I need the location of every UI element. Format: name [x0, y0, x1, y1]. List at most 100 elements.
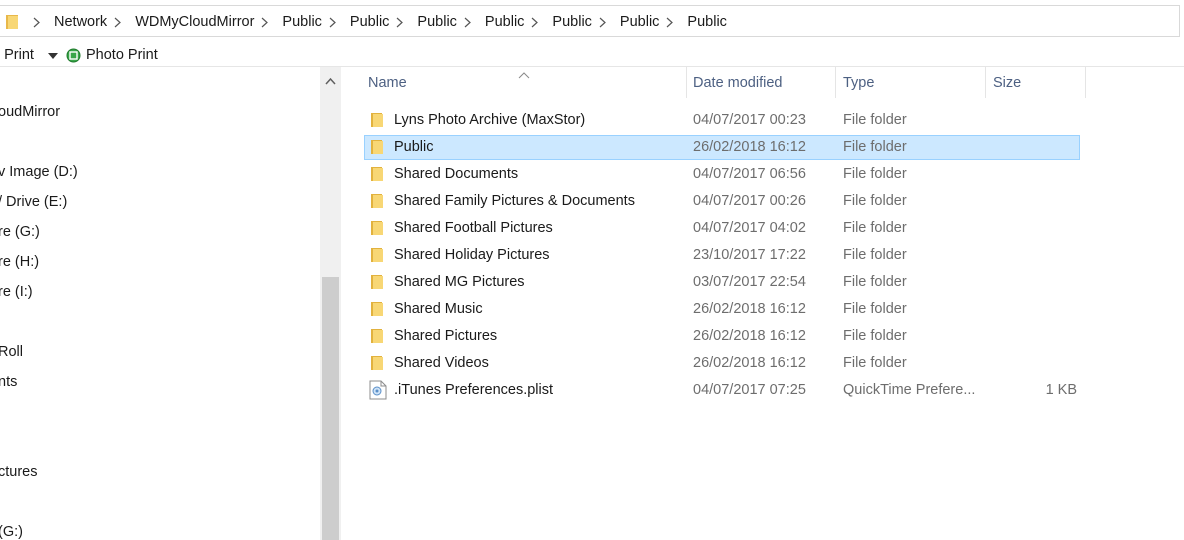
- folder-icon: [370, 166, 384, 186]
- file-type: File folder: [843, 193, 907, 209]
- file-name: Public: [394, 139, 434, 155]
- file-name: Shared MG Pictures: [394, 274, 525, 290]
- file-row[interactable]: Shared Documents 04/07/2017 06:56 File fol…: [364, 162, 1080, 187]
- chevron-right-icon[interactable]: [599, 17, 606, 28]
- chevron-right-icon[interactable]: [464, 17, 471, 28]
- nav-item[interactable]: (G:): [0, 524, 23, 540]
- column-header-size[interactable]: Size: [987, 67, 1085, 98]
- chevron-right-icon[interactable]: [114, 17, 122, 28]
- file-size: [995, 271, 1077, 294]
- breadcrumb-item[interactable]: WDMyCloudMirror: [135, 14, 254, 30]
- nav-item[interactable]: oudMirror: [0, 104, 60, 120]
- chevron-right-icon[interactable]: [261, 17, 269, 28]
- photo-print-button[interactable]: Photo Print: [66, 47, 158, 63]
- file-date: 26/02/2018 16:12: [693, 355, 806, 371]
- file-row[interactable]: .iTunes Preferences.plist 04/07/2017 07:2…: [364, 378, 1080, 403]
- nav-scrollbar[interactable]: [320, 67, 341, 540]
- nav-item[interactable]: Roll: [0, 344, 23, 360]
- nav-item[interactable]: re (I:): [0, 284, 33, 300]
- file-size: 1 KB: [1045, 382, 1077, 398]
- column-divider[interactable]: [1085, 67, 1086, 98]
- breadcrumb-item[interactable]: Public: [350, 14, 390, 30]
- file-name: Shared Documents: [394, 166, 519, 182]
- file-size: [995, 136, 1077, 159]
- file-date: 26/02/2018 16:12: [693, 301, 806, 317]
- nav-item[interactable]: v Image (D:): [0, 164, 78, 180]
- file-row[interactable]: Shared Music 26/02/2018 16:12 File folder: [364, 297, 1080, 322]
- column-divider[interactable]: [985, 67, 986, 98]
- file-type: File folder: [843, 220, 907, 236]
- folder-icon: [370, 355, 384, 375]
- nav-item[interactable]: / Drive (E:): [0, 194, 67, 210]
- nav-item[interactable]: ctures: [0, 464, 38, 480]
- file-row[interactable]: Shared Football Pictures 04/07/2017 04:02…: [364, 216, 1080, 241]
- file-row[interactable]: Shared Family Pictures & Documents 04/07/…: [364, 189, 1080, 214]
- folder-icon: [370, 328, 384, 348]
- file-type: QuickTime Prefere...: [843, 382, 976, 398]
- nav-item[interactable]: re (H:): [0, 254, 39, 270]
- file-date: 04/07/2017 00:26: [693, 193, 806, 209]
- file-size: [995, 352, 1077, 375]
- file-type: File folder: [843, 301, 907, 317]
- file-name: Lyns Photo Archive (MaxStor): [394, 112, 586, 128]
- file-type: File folder: [843, 139, 907, 155]
- file-date: 26/02/2018 16:12: [693, 328, 806, 344]
- breadcrumb-item[interactable]: Network: [54, 14, 107, 30]
- file-name: Shared Pictures: [394, 328, 498, 344]
- scroll-up-icon[interactable]: [325, 73, 336, 89]
- folder-icon: [5, 14, 19, 34]
- breadcrumb-item[interactable]: Public: [620, 14, 660, 30]
- file-size: [995, 109, 1077, 132]
- file-date: 04/07/2017 04:02: [693, 220, 806, 236]
- chevron-right-icon[interactable]: [531, 17, 539, 28]
- file-date: 04/07/2017 00:23: [693, 112, 806, 128]
- file-row[interactable]: Public 26/02/2018 16:12 File folder: [364, 135, 1080, 160]
- scrollbar-thumb[interactable]: [322, 277, 339, 540]
- file-row[interactable]: Shared Videos 26/02/2018 16:12 File folder: [364, 351, 1080, 376]
- file-row[interactable]: Shared MG Pictures 03/07/2017 22:54 File f…: [364, 270, 1080, 295]
- file-size: [995, 190, 1077, 213]
- column-header-type[interactable]: Type: [837, 67, 985, 98]
- file-date: 23/10/2017 17:22: [693, 247, 806, 263]
- file-size: [995, 163, 1077, 186]
- file-name: Shared Music: [394, 301, 483, 317]
- file-name: Shared Videos: [394, 355, 489, 371]
- address-bar[interactable]: Network WDMyCloudMirror Public Public Public…: [0, 5, 1180, 37]
- file-list: Name Date modified Type Size Lyns Photo …: [342, 67, 1184, 540]
- nav-item[interactable]: re (G:): [0, 224, 40, 240]
- file-name: Shared Football Pictures: [394, 220, 553, 236]
- nav-item[interactable]: nts: [0, 374, 17, 390]
- file-type: File folder: [843, 355, 907, 371]
- chevron-right-icon[interactable]: [666, 17, 674, 28]
- file-date: 04/07/2017 07:25: [693, 382, 806, 398]
- file-type: File folder: [843, 274, 907, 290]
- chevron-right-icon[interactable]: [33, 17, 40, 28]
- photo-print-icon: [66, 48, 81, 63]
- column-divider[interactable]: [835, 67, 836, 98]
- file-row[interactable]: Shared Holiday Pictures 23/10/2017 17:22 F…: [364, 243, 1080, 268]
- print-button[interactable]: o Print: [0, 47, 34, 63]
- file-name: Shared Family Pictures & Documents: [394, 193, 635, 209]
- file-row[interactable]: Lyns Photo Archive (MaxStor) 04/07/2017 0…: [364, 108, 1080, 133]
- column-header-date[interactable]: Date modified: [687, 67, 835, 98]
- breadcrumb-item[interactable]: Public: [687, 14, 727, 30]
- folder-icon: [370, 112, 384, 132]
- breadcrumb-item[interactable]: Public: [282, 14, 322, 30]
- breadcrumb-item[interactable]: Public: [417, 14, 457, 30]
- folder-icon: [370, 274, 384, 294]
- folder-icon: [370, 139, 384, 159]
- file-date: 03/07/2017 22:54: [693, 274, 806, 290]
- file-row[interactable]: Shared Pictures 26/02/2018 16:12 File fold…: [364, 324, 1080, 349]
- file-type: File folder: [843, 166, 907, 182]
- chevron-right-icon[interactable]: [329, 17, 336, 28]
- file-date: 26/02/2018 16:12: [693, 139, 806, 155]
- breadcrumb: Network WDMyCloudMirror Public Public Public…: [26, 6, 727, 38]
- file-name: .iTunes Preferences.plist: [394, 382, 554, 398]
- chevron-right-icon[interactable]: [396, 17, 404, 28]
- chevron-down-icon[interactable]: [48, 53, 58, 59]
- column-header-name[interactable]: Name: [362, 67, 686, 98]
- file-size: [995, 325, 1077, 348]
- breadcrumb-item[interactable]: Public: [485, 14, 525, 30]
- breadcrumb-item[interactable]: Public: [552, 14, 592, 30]
- file-type: File folder: [843, 112, 907, 128]
